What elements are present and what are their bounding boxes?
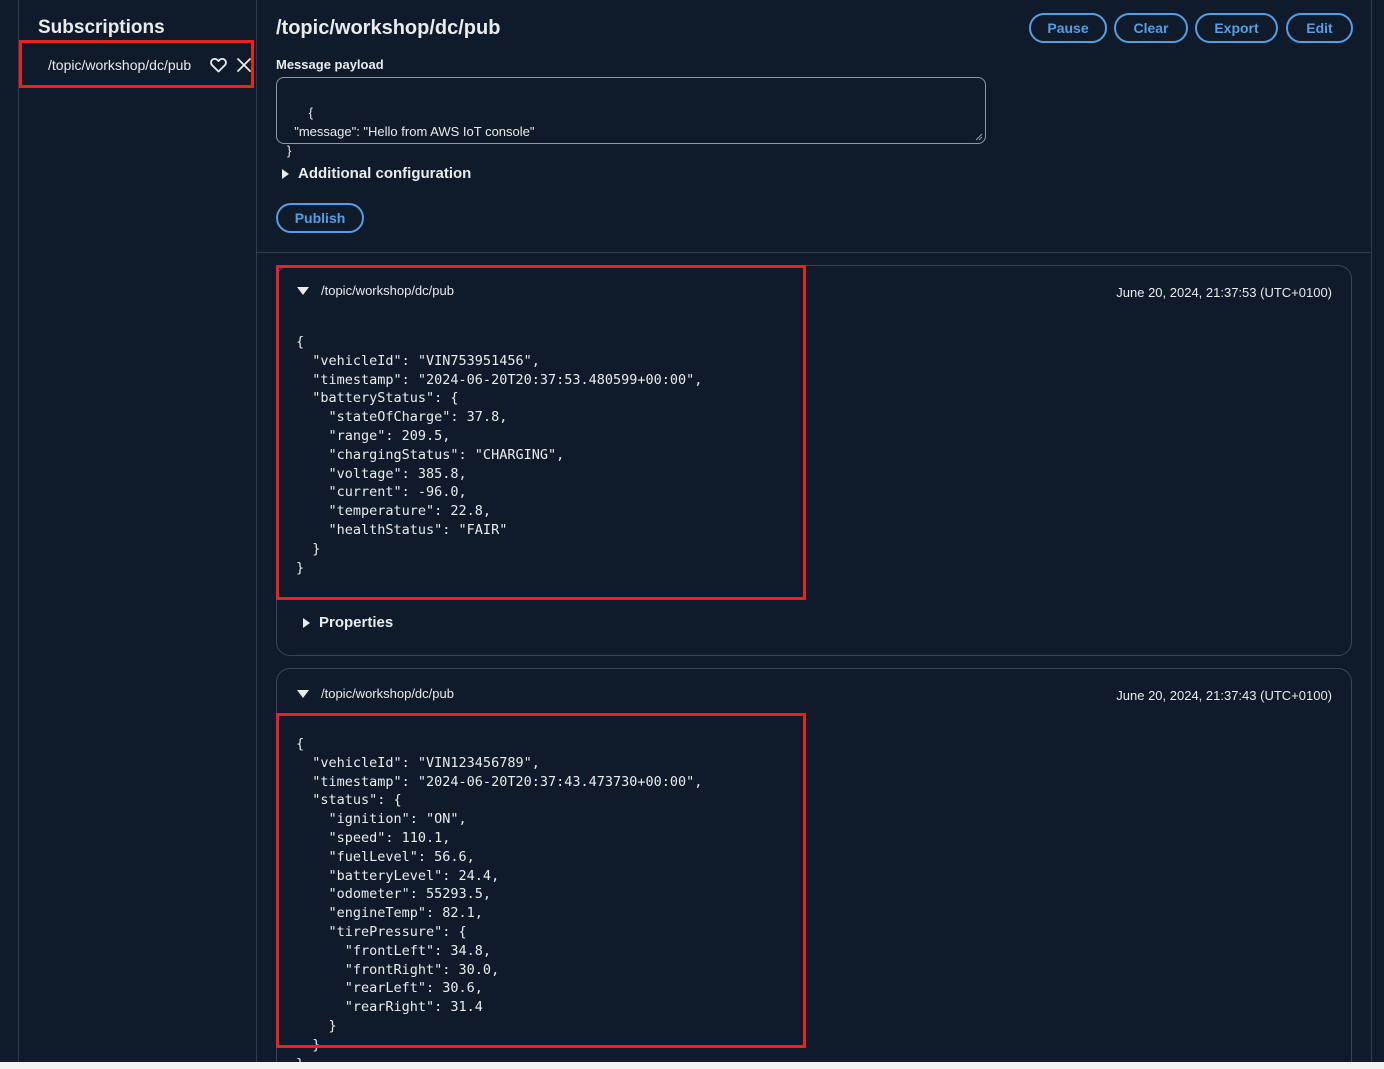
app-window: Subscriptions /topic/workshop/dc/pub /to… — [0, 0, 1384, 1062]
subscription-label[interactable]: /topic/workshop/dc/pub — [48, 57, 191, 73]
payload-label: Message payload — [276, 57, 384, 72]
message-topic: /topic/workshop/dc/pub — [321, 283, 454, 298]
clear-button[interactable]: Clear — [1114, 13, 1188, 43]
additional-config-label: Additional configuration — [298, 165, 472, 182]
message-header[interactable]: /topic/workshop/dc/pub — [297, 283, 454, 298]
pause-button[interactable]: Pause — [1029, 13, 1107, 43]
message-card: /topic/workshop/dc/pub June 20, 2024, 21… — [276, 265, 1352, 656]
additional-config-toggle[interactable]: Additional configuration — [282, 165, 471, 182]
main-border — [1371, 0, 1372, 1062]
page-title: /topic/workshop/dc/pub — [276, 17, 501, 39]
close-icon[interactable] — [236, 57, 252, 73]
message-topic: /topic/workshop/dc/pub — [321, 686, 454, 701]
resize-grip-icon[interactable] — [975, 133, 983, 141]
message-header[interactable]: /topic/workshop/dc/pub — [297, 686, 454, 701]
main-panel: /topic/workshop/dc/pub Pause Clear Expor… — [256, 0, 1371, 1062]
message-card: /topic/workshop/dc/pub June 20, 2024, 21… — [276, 668, 1352, 1062]
message-timestamp: June 20, 2024, 21:37:53 (UTC+0100) — [1116, 285, 1332, 300]
subscription-item[interactable]: /topic/workshop/dc/pub — [28, 46, 252, 84]
divider — [256, 252, 1371, 253]
caret-down-icon — [297, 286, 309, 295]
heart-icon[interactable] — [210, 57, 227, 73]
caret-right-icon — [303, 617, 310, 628]
payload-text[interactable]: { "message": "Hello from AWS IoT console… — [287, 105, 535, 158]
publish-button[interactable]: Publish — [276, 203, 364, 233]
edit-button[interactable]: Edit — [1286, 13, 1353, 43]
payload-textarea[interactable]: { "message": "Hello from AWS IoT console… — [276, 77, 986, 158]
bottom-strip — [0, 1062, 1384, 1069]
message-timestamp: June 20, 2024, 21:37:43 (UTC+0100) — [1116, 688, 1332, 703]
message-body: { "vehicleId": "VIN753951456", "timestam… — [296, 334, 703, 576]
caret-down-icon — [297, 689, 309, 698]
message-body: { "vehicleId": "VIN123456789", "timestam… — [296, 736, 703, 1062]
caret-right-icon — [282, 168, 289, 179]
sidebar-title: Subscriptions — [38, 17, 165, 38]
subscriptions-sidebar: Subscriptions /topic/workshop/dc/pub — [18, 0, 257, 1062]
properties-toggle[interactable]: Properties — [303, 614, 393, 631]
properties-label: Properties — [319, 614, 394, 631]
export-button[interactable]: Export — [1195, 13, 1278, 43]
